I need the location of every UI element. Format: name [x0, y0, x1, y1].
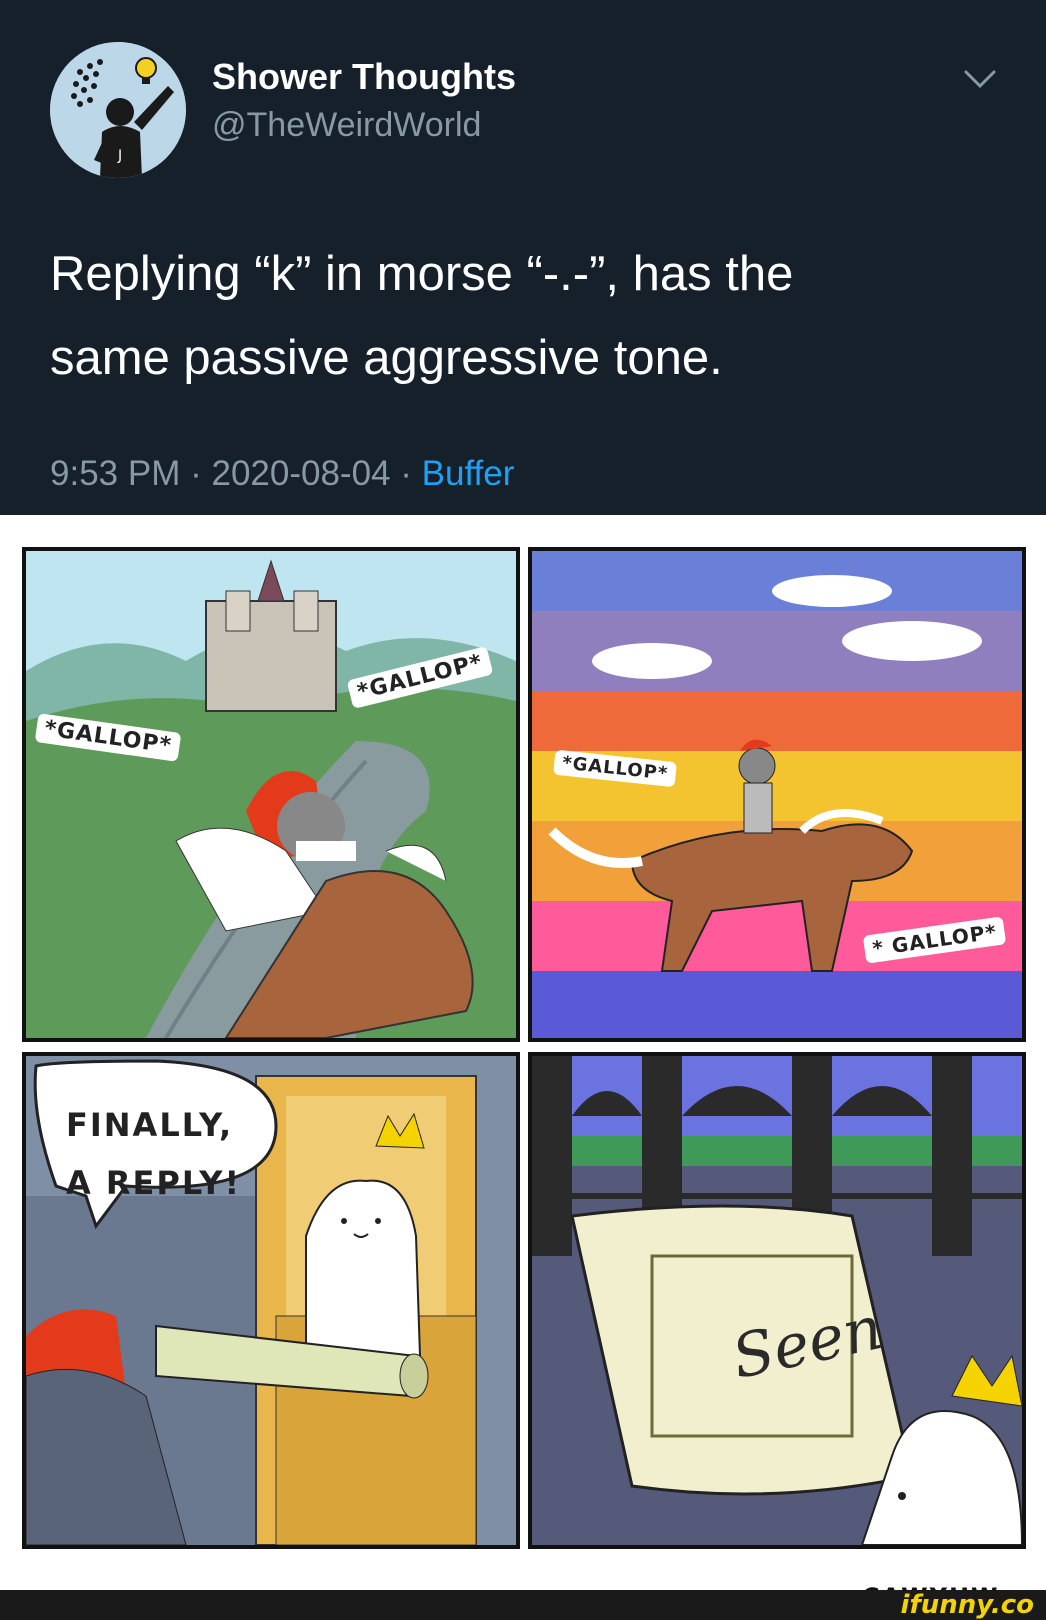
comic-image: *GALLOP* *GALLOP* *GALLOP* * GALLOP* FIN… [0, 515, 1046, 1611]
speech-line: FINALLY, [66, 1106, 234, 1144]
meta-separator: · [400, 454, 412, 493]
tweet-card: J Shower Thoughts @TheWeirdWorld Replyin… [0, 0, 1046, 515]
tweet-text: Replying “k” in morse “-.-”, has the sam… [50, 232, 1000, 400]
comic-panel-3: FINALLY, A REPLY! [22, 1052, 520, 1549]
author-name[interactable]: Shower Thoughts [212, 56, 516, 98]
comic-panel-4: Seen [528, 1052, 1026, 1549]
chevron-down-icon[interactable] [962, 66, 998, 90]
castle-ride-illustration [26, 551, 516, 1038]
speech-line: A REPLY! [66, 1164, 242, 1202]
tweet-meta: 9:53 PM · 2020-08-04 · Buffer [50, 454, 514, 494]
tweet-time[interactable]: 9:53 PM [50, 454, 180, 493]
tweet-date[interactable]: 2020-08-04 [211, 454, 390, 493]
author-handle[interactable]: @TheWeirdWorld [212, 106, 481, 145]
tweet-source-link[interactable]: Buffer [422, 454, 515, 493]
tweet-text-line2: same passive aggressive tone. [50, 331, 723, 385]
comic-panel-2: *GALLOP* * GALLOP* [528, 547, 1026, 1042]
shower-person-icon: J [50, 42, 186, 178]
speech-bubble: FINALLY, A REPLY! [66, 1096, 286, 1212]
avatar[interactable]: J [50, 42, 186, 178]
meta-separator: · [190, 454, 202, 493]
footer-bar: ifunny.co [0, 1590, 1046, 1620]
ifunny-watermark: ifunny.co [900, 1590, 1034, 1620]
tweet-text-line1: Replying “k” in morse “-.-”, has the [50, 247, 794, 301]
seen-scroll-illustration [532, 1056, 1022, 1545]
svg-text:J: J [117, 148, 122, 164]
comic-panel-1: *GALLOP* *GALLOP* [22, 547, 520, 1042]
sunset-ride-illustration [532, 551, 1022, 1038]
